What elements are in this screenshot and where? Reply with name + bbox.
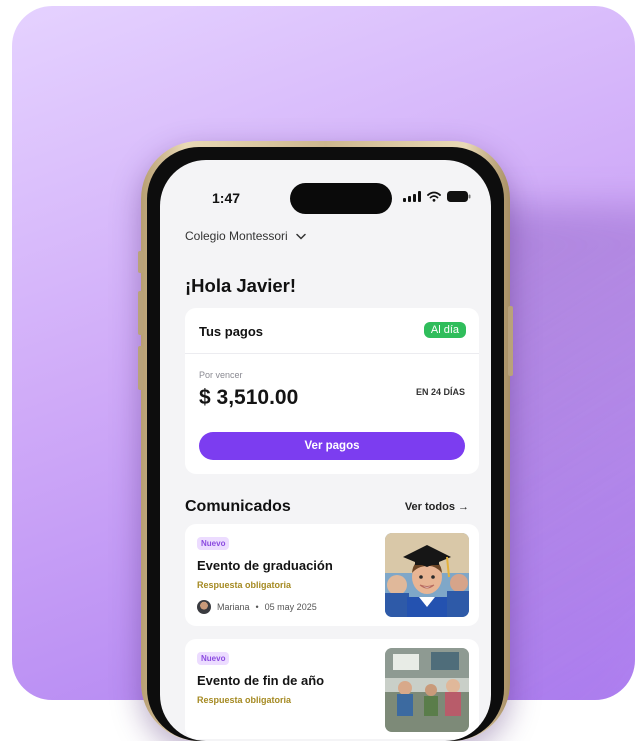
greeting-heading: ¡Hola Javier! bbox=[185, 275, 297, 296]
power-button bbox=[508, 306, 513, 376]
payment-amount: $ 3,510.00 bbox=[199, 386, 299, 409]
phone-bezel: 1:47 Colegio Montessori ¡Hola Javier! Tu… bbox=[147, 147, 504, 741]
school-selector[interactable]: Colegio Montessori bbox=[185, 229, 306, 243]
dynamic-island bbox=[290, 183, 392, 214]
divider bbox=[185, 353, 479, 354]
announcement-card[interactable]: Nuevo Evento de graduación Respuesta obl… bbox=[185, 524, 479, 626]
status-icons bbox=[403, 191, 471, 202]
avatar bbox=[197, 600, 211, 614]
new-badge: Nuevo bbox=[197, 537, 230, 550]
announcement-date: 05 may 2025 bbox=[264, 602, 317, 612]
phone-screen: 1:47 Colegio Montessori ¡Hola Javier! Tu… bbox=[160, 160, 491, 741]
payment-status-badge: Al día bbox=[423, 322, 466, 338]
announcement-title: Evento de fin de año bbox=[197, 673, 325, 688]
volume-down-button bbox=[138, 346, 143, 390]
volume-up-button bbox=[138, 291, 143, 335]
graduation-photo bbox=[385, 533, 469, 617]
new-badge: Nuevo bbox=[197, 652, 230, 665]
announcement-title: Evento de graduación bbox=[197, 558, 333, 573]
author-name: Mariana bbox=[217, 602, 250, 612]
school-name: Colegio Montessori bbox=[185, 229, 288, 243]
see-all-link[interactable]: Ver todos → bbox=[405, 501, 469, 513]
announcements-title: Comunicados bbox=[185, 498, 291, 515]
phone-frame: 1:47 Colegio Montessori ¡Hola Javier! Tu… bbox=[138, 141, 513, 741]
cellular-signal-icon bbox=[403, 191, 421, 202]
payments-title: Tus pagos bbox=[199, 324, 264, 339]
due-label: Por vencer bbox=[199, 370, 243, 380]
separator-dot: • bbox=[255, 602, 259, 612]
status-time: 1:47 bbox=[212, 190, 241, 206]
announcement-meta: Mariana • 05 may 2025 bbox=[197, 600, 317, 614]
action-button bbox=[138, 251, 143, 273]
due-in-days: EN 24 DÍAS bbox=[415, 387, 465, 397]
classroom-photo bbox=[385, 648, 469, 732]
wifi-icon bbox=[427, 191, 441, 202]
payments-card: Tus pagos Al día Por vencer $ 3,510.00 E… bbox=[185, 308, 479, 474]
view-payments-button[interactable]: Ver pagos bbox=[199, 432, 465, 460]
required-response-label: Respuesta obligatoria bbox=[197, 580, 292, 590]
announcement-card[interactable]: Nuevo Evento de fin de año Respuesta obl… bbox=[185, 639, 479, 739]
battery-icon bbox=[447, 191, 471, 202]
chevron-down-icon bbox=[295, 233, 306, 240]
